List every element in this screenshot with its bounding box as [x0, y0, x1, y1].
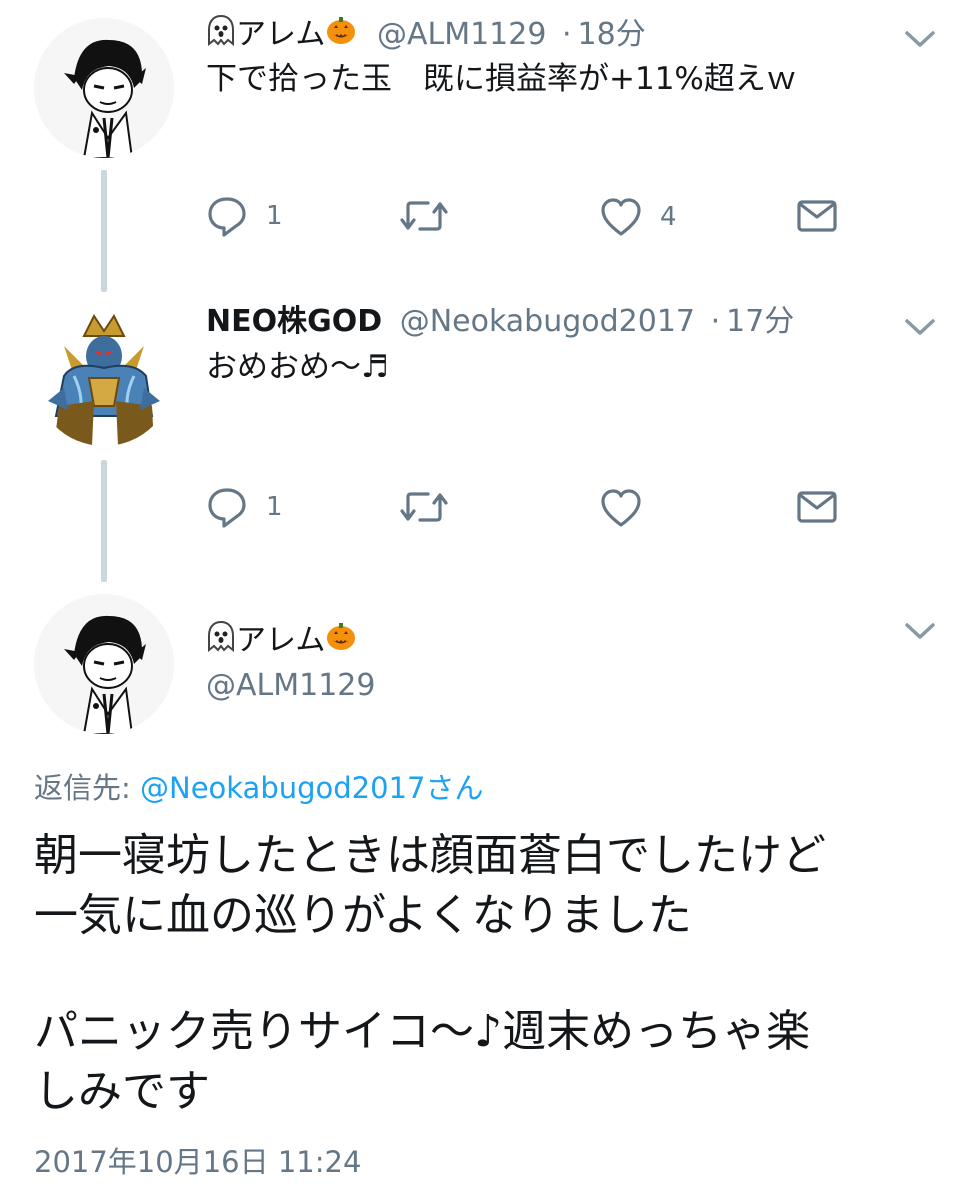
chevron-down-icon[interactable]	[903, 620, 937, 642]
tweet-time[interactable]: 18分	[578, 17, 646, 52]
tweet-text: 下で拾った玉 既に損益率が+11%超えｗ	[206, 61, 797, 97]
jack-o-lantern-icon	[325, 620, 357, 663]
reply-icon	[208, 197, 246, 237]
retweet-button[interactable]	[398, 198, 468, 234]
main-display-name-line: アレム	[206, 620, 357, 663]
envelope-icon	[797, 491, 837, 523]
user-handle[interactable]: @ALM1129	[377, 17, 546, 52]
user-handle[interactable]: @Neokabugod2017	[400, 304, 695, 339]
thread-line	[101, 170, 107, 292]
separator-dot: ·	[710, 304, 721, 339]
separator-dot: ·	[561, 17, 572, 52]
reply-count: 1	[266, 201, 283, 231]
dm-button[interactable]	[796, 199, 838, 233]
main-tweet-text-line-1: 朝一寝坊したときは顔面蒼白でしたけど	[34, 830, 826, 881]
tweet-header: NEO株GOD @Neokabugod2017 · 17分	[206, 302, 794, 342]
retweet-icon	[400, 201, 448, 231]
tweet-header: アレム @ALM1129 · 18分	[206, 14, 646, 57]
avatar[interactable]	[34, 306, 174, 446]
retweet-button[interactable]	[398, 489, 468, 525]
main-tweet-text-line-2: 一気に血の巡りがよくなりました	[34, 890, 692, 941]
reply-prefix: 返信先:	[34, 771, 131, 805]
chevron-down-icon[interactable]	[903, 28, 937, 50]
ghost-icon	[206, 620, 236, 663]
ghost-icon	[206, 14, 236, 57]
avatar[interactable]	[34, 594, 174, 734]
display-name[interactable]: NEO株GOD	[206, 304, 382, 339]
reply-count: 1	[266, 492, 283, 522]
display-name[interactable]: アレム	[236, 623, 325, 658]
like-count: 4	[660, 202, 677, 232]
display-name[interactable]: アレム	[236, 17, 325, 52]
jack-o-lantern-icon	[325, 14, 357, 57]
reply-context: 返信先: @Neokabugod2017さん	[34, 768, 483, 808]
reply-button[interactable]: 1	[206, 486, 283, 528]
reply-mention-link[interactable]: @Neokabugod2017さん	[140, 771, 483, 805]
like-button[interactable]: 4	[600, 197, 677, 237]
retweet-icon	[400, 492, 448, 522]
avatar[interactable]	[34, 18, 174, 158]
reply-icon	[208, 488, 246, 528]
avatar-image	[34, 594, 174, 734]
chevron-down-icon[interactable]	[903, 316, 937, 338]
avatar-image	[34, 18, 174, 158]
envelope-icon	[797, 200, 837, 232]
reply-button[interactable]: 1	[206, 195, 283, 237]
tweet-text: おめおめ～♬	[206, 349, 389, 385]
tweet-timestamp[interactable]: 2017年10月16日 11:24	[34, 1142, 361, 1182]
tweet-time[interactable]: 17分	[726, 304, 794, 339]
heart-icon	[601, 489, 641, 527]
main-tweet-text-line-3: パニック売りサイコ～♪週末めっちゃ楽	[34, 1006, 811, 1057]
user-handle[interactable]: @ALM1129	[206, 666, 375, 706]
dm-button[interactable]	[796, 490, 838, 524]
main-tweet-text-line-4: しみです	[34, 1066, 210, 1117]
avatar-image	[34, 306, 174, 446]
thread-line	[101, 460, 107, 582]
heart-icon	[601, 198, 641, 236]
like-button[interactable]	[600, 488, 660, 528]
